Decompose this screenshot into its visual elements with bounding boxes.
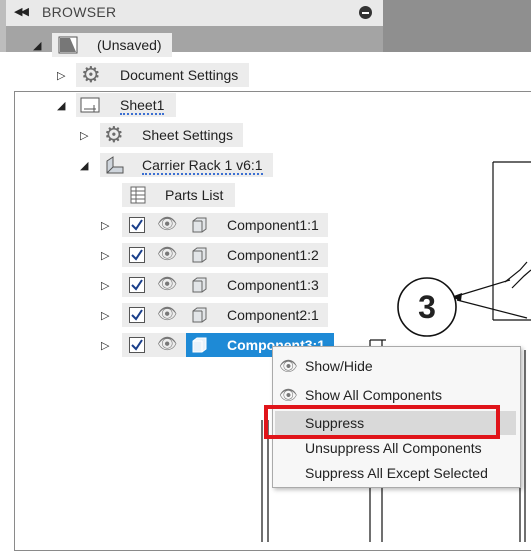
expand-toggle-component[interactable]: ▷ xyxy=(101,309,109,323)
menu-item-show-hide[interactable]: Show/Hide xyxy=(305,356,373,376)
visibility-checkbox[interactable] xyxy=(129,247,145,263)
visibility-checkbox[interactable] xyxy=(129,337,145,353)
visibility-checkbox[interactable] xyxy=(129,307,145,323)
component-label: Component1:3 xyxy=(227,277,319,293)
collapse-panel-icon[interactable]: ◀◀ xyxy=(14,4,29,20)
component-label: Component1:2 xyxy=(227,247,319,263)
eye-icon[interactable]: 👁 xyxy=(157,273,177,297)
visibility-checkbox[interactable] xyxy=(129,277,145,293)
menu-item-show-all-components[interactable]: Show All Components xyxy=(305,385,442,405)
eye-icon[interactable]: 👁 xyxy=(157,243,177,267)
gear-icon: ⚙ xyxy=(104,122,124,147)
eye-icon: 👁 xyxy=(279,358,299,375)
view-label: Carrier Rack 1 v6:1 xyxy=(142,157,263,175)
component-icon xyxy=(192,217,207,233)
component-icon xyxy=(192,247,207,263)
parts-list-label: Parts List xyxy=(165,187,224,203)
menu-item-suppress-all-except-selected[interactable]: Suppress All Except Selected xyxy=(305,463,488,483)
eye-icon: 👁 xyxy=(279,387,299,404)
expand-toggle-view[interactable]: ◢ xyxy=(80,159,88,173)
browser-options-icon[interactable] xyxy=(359,6,372,19)
sheet-settings-label: Sheet Settings xyxy=(142,127,234,143)
component-label: Component2:1 xyxy=(227,307,319,323)
component-icon xyxy=(192,277,207,293)
component-label: Component1:1 xyxy=(227,217,319,233)
expand-toggle-component[interactable]: ▷ xyxy=(101,219,109,233)
visibility-checkbox[interactable] xyxy=(129,217,145,233)
expand-toggle-sheet[interactable]: ◢ xyxy=(57,99,65,113)
expand-toggle-document-settings[interactable]: ▷ xyxy=(57,69,65,83)
expand-toggle-component[interactable]: ▷ xyxy=(101,279,109,293)
expand-toggle-root[interactable]: ◢ xyxy=(33,39,41,53)
document-settings-label: Document Settings xyxy=(120,67,239,83)
annotation-highlight-box xyxy=(264,405,500,439)
expand-toggle-sheet-settings[interactable]: ▷ xyxy=(80,129,88,143)
component-icon xyxy=(192,337,207,353)
browser-title: BROWSER xyxy=(42,4,117,20)
root-label: (Unsaved) xyxy=(97,37,162,53)
expand-toggle-component[interactable]: ▷ xyxy=(101,249,109,263)
parts-list-icon xyxy=(130,186,146,204)
drawing-view-icon xyxy=(106,156,124,174)
menu-item-unsuppress-all[interactable]: Unsuppress All Components xyxy=(305,438,482,458)
sheet-label-wrap: Sheet1 xyxy=(120,93,165,117)
view-label-wrap: Carrier Rack 1 v6:1 xyxy=(142,153,263,177)
sheet-label: Sheet1 xyxy=(120,97,165,115)
eye-icon[interactable]: 👁 xyxy=(157,333,177,357)
component-icon xyxy=(192,307,207,323)
expand-toggle-component[interactable]: ▷ xyxy=(101,339,109,353)
eye-icon[interactable]: 👁 xyxy=(157,213,177,237)
eye-icon[interactable]: 👁 xyxy=(157,303,177,327)
document-icon xyxy=(58,36,78,54)
balloon-number: 3 xyxy=(418,289,436,325)
sheet-icon xyxy=(80,97,100,113)
gear-icon: ⚙ xyxy=(81,62,101,87)
